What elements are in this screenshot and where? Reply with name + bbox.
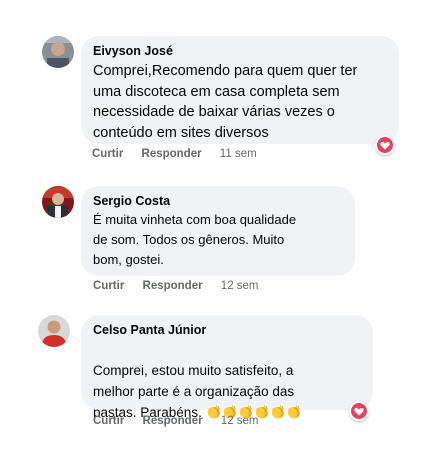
reply-button[interactable]: Responder bbox=[142, 148, 202, 160]
comment-timestamp[interactable]: 12 sem bbox=[221, 415, 259, 427]
reply-button[interactable]: Responder bbox=[143, 280, 203, 292]
comment-author[interactable]: Eivyson José bbox=[93, 44, 387, 58]
reaction-badge[interactable] bbox=[349, 401, 369, 421]
comment-author[interactable]: Celso Panta Júnior bbox=[93, 323, 361, 337]
heart-icon bbox=[377, 137, 393, 153]
avatar[interactable] bbox=[38, 315, 70, 347]
comment-actions: Curtir Responder 12 sem bbox=[93, 280, 259, 292]
user-photo-icon bbox=[42, 36, 74, 68]
user-photo-icon bbox=[38, 315, 70, 347]
like-button[interactable]: Curtir bbox=[93, 415, 124, 427]
clapping-hands-icon bbox=[287, 405, 300, 419]
comment-actions: Curtir Responder 11 sem bbox=[92, 148, 257, 160]
comment-text: É muita vinheta com boa qualidade de som… bbox=[93, 212, 297, 267]
comment-timestamp[interactable]: 11 sem bbox=[220, 148, 257, 160]
comment-bubble: Eivyson José Comprei,Recomendo para quem… bbox=[81, 36, 399, 144]
avatar[interactable] bbox=[42, 186, 74, 218]
comment-actions: Curtir Responder 12 sem bbox=[93, 415, 259, 427]
reaction-badge[interactable] bbox=[375, 135, 395, 155]
comment-bubble: Celso Panta Júnior Comprei, estou muito … bbox=[81, 315, 373, 420]
like-button[interactable]: Curtir bbox=[93, 280, 124, 292]
comment-text: Comprei, estou muito satisfeito, a melho… bbox=[93, 339, 361, 425]
reply-button[interactable]: Responder bbox=[143, 415, 203, 427]
comment-author[interactable]: Sergio Costa bbox=[93, 194, 343, 208]
user-photo-icon bbox=[42, 186, 74, 218]
avatar[interactable] bbox=[42, 36, 74, 68]
heart-icon bbox=[351, 403, 367, 419]
clapping-hands-icon bbox=[271, 405, 284, 419]
like-button[interactable]: Curtir bbox=[92, 148, 123, 160]
comment-timestamp[interactable]: 12 sem bbox=[221, 280, 259, 292]
comment-text: Comprei,Recomendo para quem quer ter uma… bbox=[93, 63, 358, 141]
comment-bubble: Sergio Costa É muita vinheta com boa qua… bbox=[81, 186, 355, 276]
